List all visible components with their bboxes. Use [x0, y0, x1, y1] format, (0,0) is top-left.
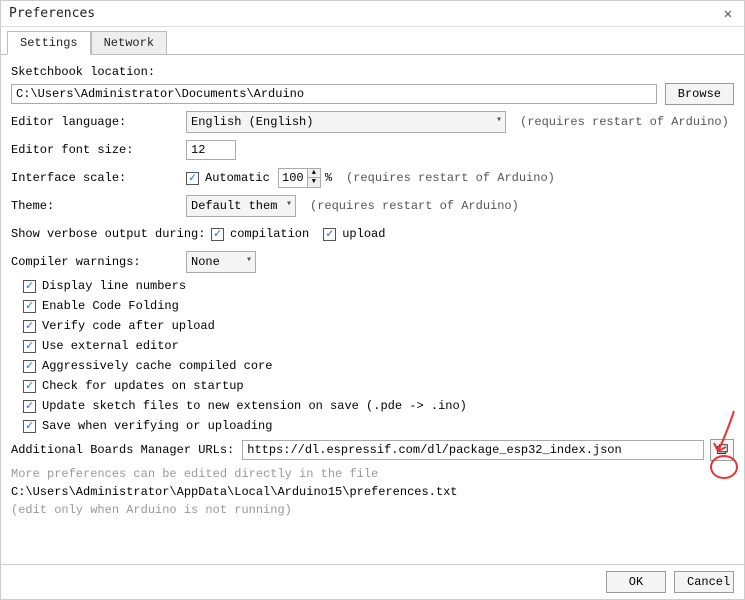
more-prefs-line1: More preferences can be edited directly …: [11, 467, 734, 481]
opt-line-numbers-checkbox[interactable]: [23, 280, 36, 293]
opt-external-editor-label: Use external editor: [42, 339, 179, 353]
window-title: Preferences: [9, 6, 95, 21]
verbose-upload-checkbox[interactable]: [323, 228, 336, 241]
opt-external-editor-checkbox[interactable]: [23, 340, 36, 353]
verbose-compilation-label: compilation: [230, 227, 309, 241]
close-icon[interactable]: ✕: [718, 4, 738, 24]
window-expand-icon: [715, 443, 729, 457]
scale-note: (requires restart of Arduino): [346, 171, 555, 185]
tab-network[interactable]: Network: [91, 31, 167, 54]
theme-select[interactable]: Default theme: [186, 195, 296, 217]
opt-cache-core-checkbox[interactable]: [23, 360, 36, 373]
compiler-warnings-label: Compiler warnings:: [11, 255, 186, 269]
language-note: (requires restart of Arduino): [520, 115, 729, 129]
scale-auto-label: Automatic: [205, 171, 270, 185]
opt-check-updates-label: Check for updates on startup: [42, 379, 244, 393]
prefs-file-path: C:\Users\Administrator\AppData\Local\Ard…: [11, 485, 734, 499]
opt-code-folding-checkbox[interactable]: [23, 300, 36, 313]
opt-update-extension-checkbox[interactable]: [23, 400, 36, 413]
scale-pct: %: [325, 171, 332, 185]
theme-note: (requires restart of Arduino): [310, 199, 519, 213]
opt-verify-after-upload-label: Verify code after upload: [42, 319, 215, 333]
theme-label: Theme:: [11, 199, 186, 213]
more-prefs-line2: (edit only when Arduino is not running): [11, 503, 734, 517]
tab-settings[interactable]: Settings: [7, 31, 91, 55]
boards-url-expand-button[interactable]: [710, 439, 734, 461]
scale-down-icon[interactable]: ▼: [308, 178, 320, 187]
fontsize-input[interactable]: [186, 140, 236, 160]
compiler-warnings-select[interactable]: None: [186, 251, 256, 273]
opt-check-updates-checkbox[interactable]: [23, 380, 36, 393]
boards-url-label: Additional Boards Manager URLs:: [11, 443, 234, 457]
browse-button[interactable]: Browse: [665, 83, 734, 105]
opt-line-numbers-label: Display line numbers: [42, 279, 186, 293]
scale-auto-checkbox[interactable]: [186, 172, 199, 185]
ok-button[interactable]: OK: [606, 571, 666, 593]
opt-cache-core-label: Aggressively cache compiled core: [42, 359, 272, 373]
opt-save-verify-checkbox[interactable]: [23, 420, 36, 433]
language-select[interactable]: English (English): [186, 111, 506, 133]
language-label: Editor language:: [11, 115, 186, 129]
scale-up-icon[interactable]: ▲: [308, 169, 320, 178]
opt-update-extension-label: Update sketch files to new extension on …: [42, 399, 467, 413]
cancel-button[interactable]: Cancel: [674, 571, 734, 593]
sketchbook-path-input[interactable]: [11, 84, 657, 104]
fontsize-label: Editor font size:: [11, 143, 186, 157]
scale-value-input[interactable]: [279, 171, 307, 185]
verbose-label: Show verbose output during:: [11, 227, 211, 241]
opt-verify-after-upload-checkbox[interactable]: [23, 320, 36, 333]
opt-save-verify-label: Save when verifying or uploading: [42, 419, 272, 433]
opt-code-folding-label: Enable Code Folding: [42, 299, 179, 313]
sketchbook-label: Sketchbook location:: [11, 65, 734, 79]
verbose-upload-label: upload: [342, 227, 385, 241]
scale-label: Interface scale:: [11, 171, 186, 185]
verbose-compilation-checkbox[interactable]: [211, 228, 224, 241]
boards-url-input[interactable]: [242, 440, 704, 460]
